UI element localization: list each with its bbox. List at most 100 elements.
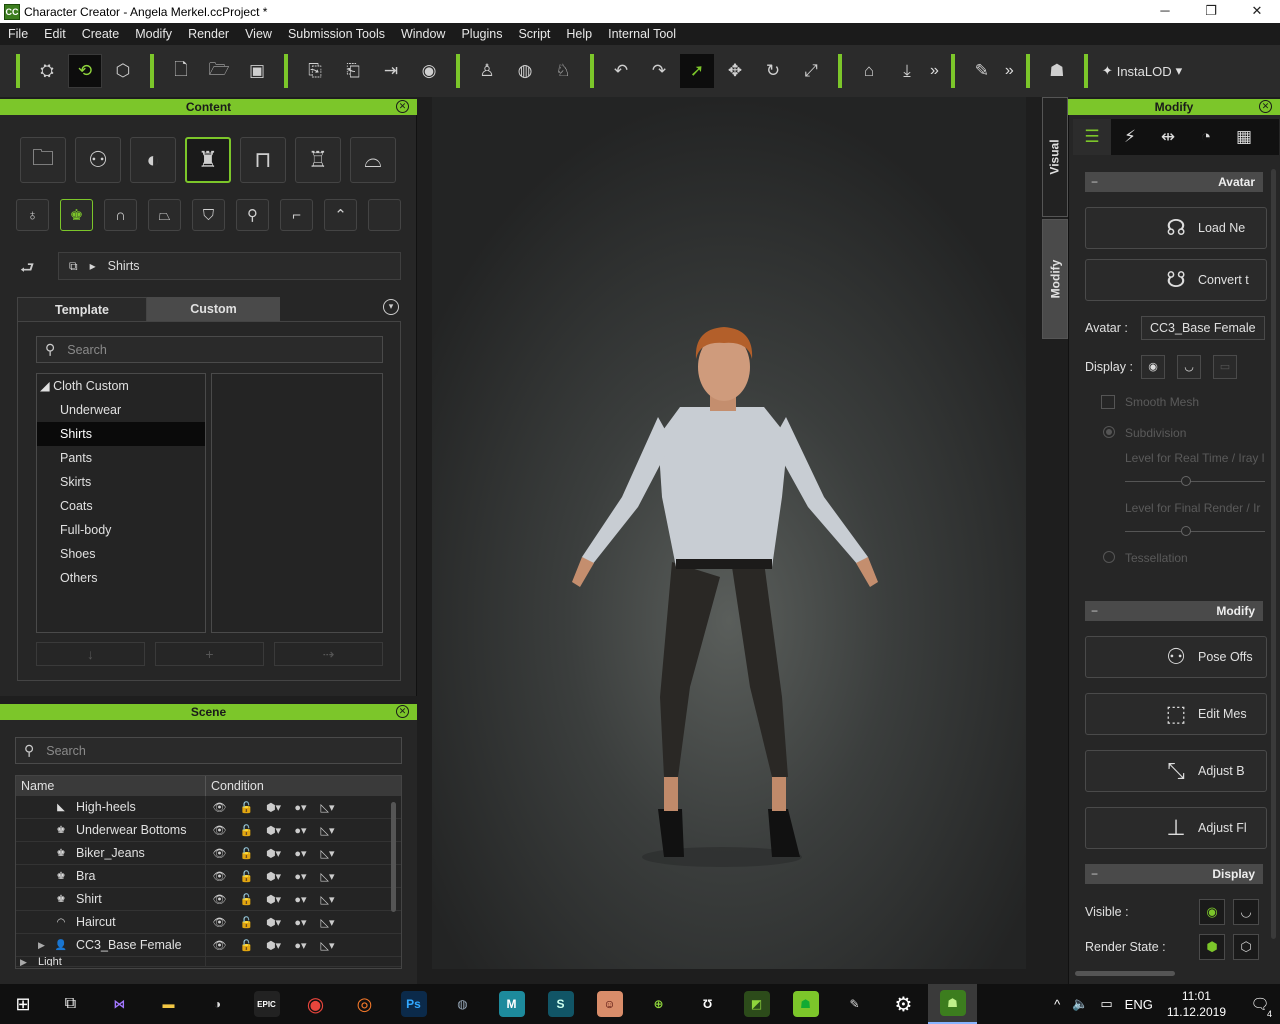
render-solid-icon[interactable]: ⬢ [1199,934,1225,960]
tree-root[interactable]: ◢ Cloth Custom [37,374,205,398]
collision-icon[interactable]: ◺▾ [314,870,341,883]
3d-viewport[interactable] [432,97,1026,969]
load-new-button[interactable]: ☊ Load Ne [1085,207,1267,249]
visible-eye-icon[interactable]: 👁 [206,824,233,837]
collision-icon[interactable]: ◺▾ [314,801,341,814]
tree-item-full-body[interactable]: Full-body [37,518,205,542]
tree-item-pants[interactable]: Pants [37,446,205,470]
chevron-up-icon[interactable]: ^ [1054,997,1060,1012]
tree-item-others[interactable]: Others [37,566,205,590]
expand-arrow-icon[interactable]: ▶ [20,957,34,966]
clock[interactable]: 11:01 11.12.2019 [1167,988,1226,1020]
maya-icon[interactable]: M [487,984,536,1024]
chrome-icon[interactable]: ◉ [291,984,340,1024]
menu-create[interactable]: Create [74,23,128,45]
cast-shadow-icon[interactable]: ●▾ [287,870,314,883]
convert-to-button[interactable]: ☋ Convert t [1085,259,1267,301]
thumbnail-area[interactable] [211,373,383,633]
cast-shadow-icon[interactable]: ●▾ [287,893,314,906]
menu-view[interactable]: View [237,23,280,45]
attributes-tab-icon[interactable]: ☰ [1073,119,1111,155]
library-search[interactable]: ⚲ Search [36,336,383,363]
volume-icon[interactable]: 🔈 [1072,996,1088,1012]
table-row[interactable]: ◣ High-heels 👁 🔓 ⬢▾ ●▾ ◺▾ [16,795,401,819]
level-realtime-slider[interactable] [1125,476,1265,486]
epic-games-icon[interactable]: EPIC [242,984,291,1024]
menu-plugins[interactable]: Plugins [453,23,510,45]
close-panel-icon[interactable]: ✕ [1259,100,1272,113]
tab-template[interactable]: Template [17,297,147,321]
chevron-down-icon[interactable]: ▾ [383,299,399,315]
maximize-button[interactable]: ❐ [1188,0,1234,23]
cast-shadow-icon[interactable]: ●▾ [287,801,314,814]
tree-item-skirts[interactable]: Skirts [37,470,205,494]
lock-icon[interactable]: 🔓 [233,824,260,837]
windows-start-icon[interactable]: ⊞ [0,984,46,1024]
character-mode-icon[interactable]: ⛭ [30,54,64,88]
hanger-filter-icon[interactable]: ⌃ [324,199,357,231]
target-app-icon[interactable]: ⊕ [634,984,683,1024]
material-tab-icon[interactable]: ◔ [1187,119,1225,155]
fullbody-filter-icon[interactable]: ⚲ [236,199,269,231]
tab-custom[interactable]: Custom [147,297,280,321]
smooth-mesh-checkbox[interactable] [1101,395,1115,409]
breadcrumb-current[interactable]: Shirts [108,259,140,273]
cast-shadow-icon[interactable]: ●▾ [287,824,314,837]
collision-icon[interactable]: ◺▾ [314,893,341,906]
folder-category-icon[interactable]: 🗀 [20,137,66,183]
lock-icon[interactable]: 🔓 [233,870,260,883]
render-state-icon[interactable]: ⬢▾ [260,939,287,952]
photoshop-icon[interactable]: Ps [389,984,438,1024]
tab-modify[interactable]: Modify [1042,219,1068,339]
open-folder-icon[interactable]: 🗁 [202,54,236,88]
new-file-icon[interactable]: 🗋 [164,54,198,88]
table-row[interactable]: ♚ Biker_Jeans 👁 🔓 ⬢▾ ●▾ ◺▾ [16,841,401,865]
scene-scrollbar[interactable] [391,802,396,912]
cinema4d-icon[interactable]: ◍ [438,984,487,1024]
material-category-icon[interactable]: ◐ [130,137,176,183]
drop-to-floor-icon[interactable]: ⤓ [890,54,924,88]
visible-eye-icon[interactable]: 👁 [206,870,233,883]
table-row[interactable]: ◠ Haircut 👁 🔓 ⬢▾ ●▾ ◺▾ [16,910,401,934]
pose-offset-button[interactable]: ⚇ Pose Offs [1085,636,1267,678]
display-eye-icon[interactable]: ◉ [1141,355,1165,379]
collapse-icon[interactable]: − [1091,601,1098,621]
menu-window[interactable]: Window [393,23,453,45]
tessellation-radio[interactable] [1103,551,1115,563]
slider-knob[interactable] [1181,526,1191,536]
preview-icon[interactable]: ◉ [412,54,446,88]
cast-shadow-icon[interactable]: ●▾ [287,847,314,860]
replace-item-icon[interactable]: ⇢ [274,642,383,666]
pose-icon[interactable]: ♙ [470,54,504,88]
collapse-icon[interactable]: − [1091,864,1098,884]
motion-tab-icon[interactable]: ⚡ [1111,119,1149,155]
cc-app-icon-2[interactable]: ☗ [781,984,830,1024]
menu-internal-tool[interactable]: Internal Tool [600,23,684,45]
shoes-filter-icon[interactable]: ⌐ [280,199,313,231]
modify-scrollbar[interactable] [1271,169,1276,939]
modify-hscrollbar[interactable] [1075,971,1175,976]
slider-knob[interactable] [1181,476,1191,486]
render-state-icon[interactable]: ⬢▾ [260,916,287,929]
menu-render[interactable]: Render [180,23,237,45]
cast-shadow-icon[interactable]: ●▾ [287,916,314,929]
app-icon-generic[interactable]: ◑ [193,984,242,1024]
more-tools-icon-2[interactable]: » [1005,62,1014,80]
tree-item-shoes[interactable]: Shoes [37,542,205,566]
display-wire-icon[interactable]: ▭ [1213,355,1237,379]
column-name[interactable]: Name [16,776,206,796]
collision-icon[interactable]: ◺▾ [314,939,341,952]
level-final-slider[interactable] [1125,526,1265,536]
adjust-bone-button[interactable]: ⤡ Adjust B [1085,750,1267,792]
stage-category-icon[interactable]: ⌓ [350,137,396,183]
menu-edit[interactable]: Edit [36,23,74,45]
column-condition[interactable]: Condition [206,776,264,796]
hidden-eye-icon[interactable]: ◡ [1233,899,1259,925]
skirt-filter-icon[interactable]: ⏢ [148,199,181,231]
menu-help[interactable]: Help [558,23,600,45]
tree-item-shirts[interactable]: Shirts [37,422,205,446]
morph-icon[interactable]: ◍ [508,54,542,88]
library-search-input[interactable]: Search [67,343,107,357]
avatar-name-field[interactable]: CC3_Base Female [1141,316,1265,340]
texture-tab-icon[interactable]: ▦ [1225,119,1263,155]
